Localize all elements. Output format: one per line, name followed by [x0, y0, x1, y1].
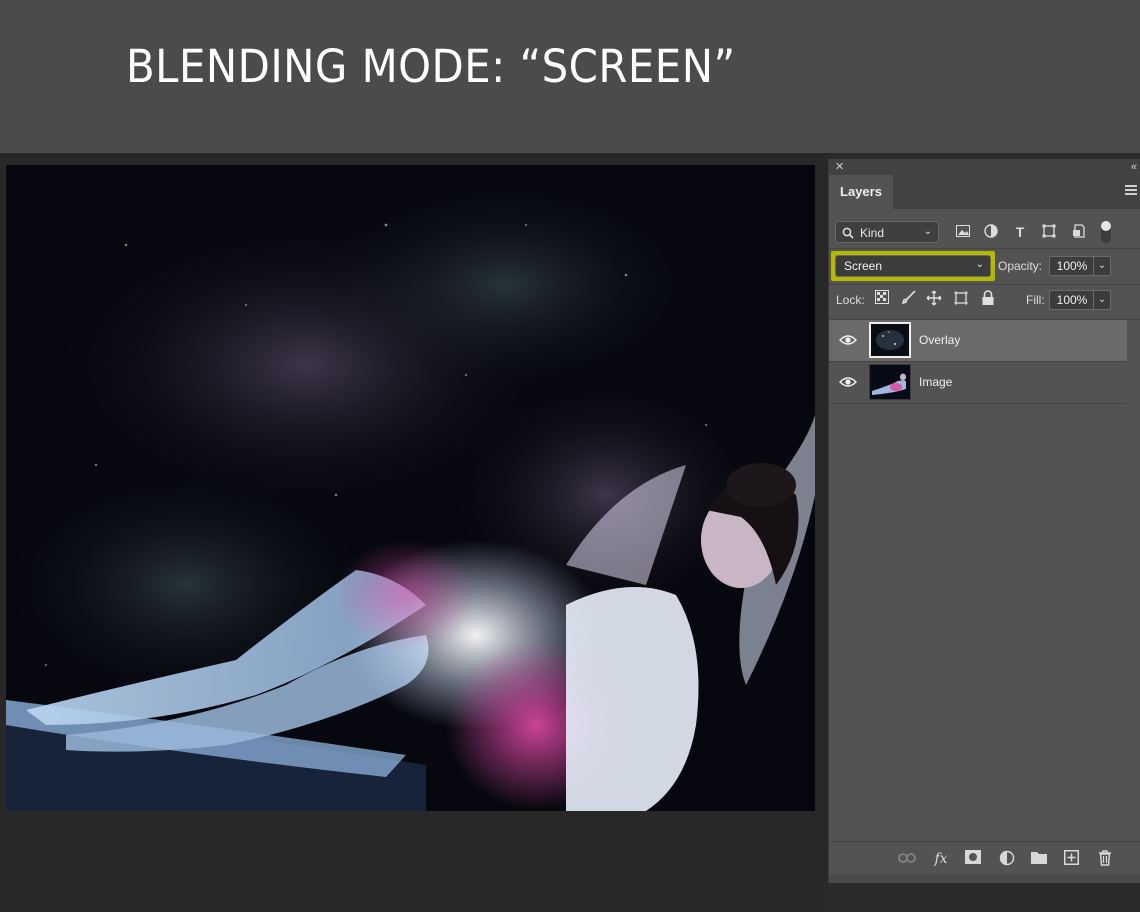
fill-input[interactable]: 100% — [1049, 290, 1095, 310]
tab-layers[interactable]: Layers — [829, 175, 893, 209]
panel-title-bar: ✕ « — [829, 159, 1140, 175]
close-panel-icon[interactable]: ✕ — [835, 159, 844, 175]
filter-toggle-switch[interactable] — [1101, 221, 1111, 243]
banner-title: BLENDING MODE: “SCREEN” — [126, 40, 736, 93]
lock-position-icon[interactable] — [926, 290, 942, 306]
chevron-down-icon: ⌄ — [975, 259, 984, 270]
chevron-down-icon: ⌄ — [923, 226, 932, 237]
new-group-icon[interactable] — [1029, 850, 1049, 868]
opacity-input[interactable]: 100% — [1049, 256, 1095, 276]
adjustment-filter-icon[interactable] — [983, 224, 999, 240]
smart-object-filter-icon[interactable] — [1071, 224, 1087, 240]
layers-panel: ✕ « Layers Kind ⌄ T Screen ⌄ Opacity: 10… — [828, 159, 1140, 883]
layer-thumbnail-overlay — [869, 322, 911, 358]
adjustment-layer-icon[interactable] — [997, 850, 1017, 868]
fill-label: Fill: — [1026, 293, 1045, 307]
blend-mode-value: Screen — [844, 259, 883, 273]
lock-image-pixels-icon[interactable] — [901, 290, 917, 306]
layer-row-overlay[interactable]: Overlay — [829, 320, 1127, 362]
shape-filter-icon[interactable] — [1041, 224, 1057, 240]
panel-tab-strip: Layers — [829, 175, 1140, 209]
layers-scrollbar[interactable] — [1129, 321, 1140, 841]
link-layers-icon[interactable] — [897, 850, 917, 868]
fx-icon[interactable]: fx — [931, 850, 951, 868]
visibility-eye-icon[interactable] — [839, 333, 857, 347]
layer-name-image[interactable]: Image — [919, 375, 952, 389]
lock-transparent-pixels-icon[interactable] — [874, 290, 890, 306]
divider — [829, 248, 1140, 249]
panel-menu-icon[interactable] — [1125, 185, 1137, 197]
layers-action-bar: fx — [829, 841, 1140, 876]
search-icon — [842, 222, 854, 244]
blend-mode-select[interactable]: Screen ⌄ — [835, 255, 991, 277]
add-mask-icon[interactable] — [963, 850, 983, 868]
lock-all-icon[interactable] — [980, 290, 996, 306]
artwork-illustration — [6, 165, 815, 811]
kind-filter-label: Kind — [860, 226, 885, 240]
opacity-dropdown-button[interactable]: ⌄ — [1093, 256, 1111, 276]
opacity-label: Opacity: — [998, 259, 1043, 273]
title-banner: BLENDING MODE: “SCREEN” — [0, 0, 1140, 153]
divider — [829, 284, 1140, 285]
visibility-eye-icon[interactable] — [839, 375, 857, 389]
canvas-artwork[interactable] — [6, 165, 815, 811]
type-filter-icon[interactable]: T — [1012, 224, 1028, 240]
kind-filter-select[interactable]: Kind ⌄ — [835, 221, 939, 243]
layer-name-overlay[interactable]: Overlay — [919, 333, 960, 347]
layer-row-image[interactable]: Image — [829, 362, 1127, 404]
layer-filter-row: Kind ⌄ T — [829, 219, 1140, 249]
image-filter-icon[interactable] — [955, 224, 971, 240]
new-layer-icon[interactable] — [1061, 850, 1081, 868]
fill-dropdown-button[interactable]: ⌄ — [1093, 290, 1111, 310]
delete-layer-icon[interactable] — [1095, 850, 1115, 868]
lock-label: Lock: — [836, 293, 865, 307]
layer-thumbnail-image — [869, 364, 911, 400]
lock-artboard-icon[interactable] — [953, 290, 969, 306]
panel-resize-grip[interactable] — [829, 875, 1140, 883]
collapse-panel-icon[interactable]: « — [1131, 159, 1137, 175]
